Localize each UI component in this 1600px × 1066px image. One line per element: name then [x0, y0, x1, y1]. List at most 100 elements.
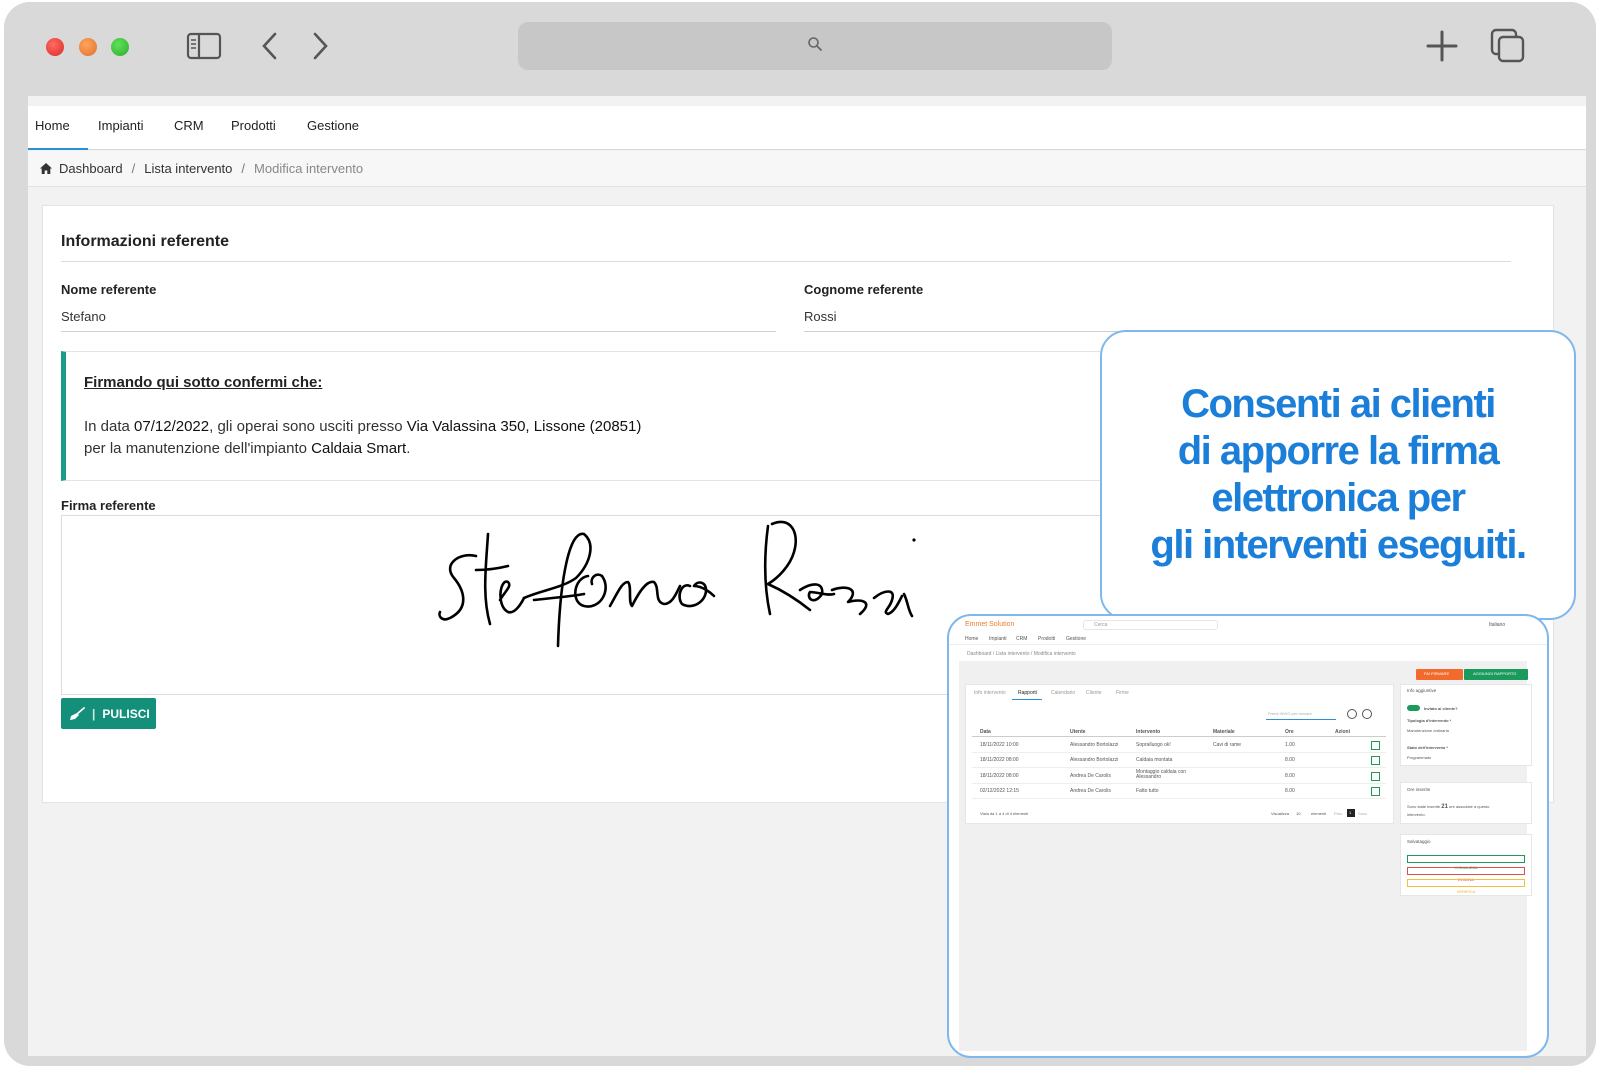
preview-cell: 18/11/2022 10:00: [980, 742, 1019, 748]
preview-per-page: 10: [1296, 811, 1301, 816]
nav-prodotti[interactable]: Prodotti: [231, 118, 276, 133]
edit-icon: [1371, 741, 1380, 750]
new-tab-icon[interactable]: [1422, 28, 1462, 64]
preview-add-report-button: AGGIUNGI RAPPORTO: [1464, 669, 1528, 680]
maximize-window-button[interactable]: [111, 38, 129, 56]
preview-search-underline: [1266, 719, 1336, 720]
edit-icon: [1371, 787, 1380, 796]
preview-tipo-value: Manutenzione ordinaria: [1407, 728, 1449, 733]
preview-cell: Caldaia montata: [1136, 757, 1173, 763]
preview-column-header: Utente: [1070, 729, 1086, 735]
home-icon[interactable]: [40, 163, 52, 174]
forward-chevron-icon[interactable]: [308, 28, 332, 64]
promo-line: elettronica per: [1211, 476, 1466, 520]
preview-sign-button: FAI FIRMARE: [1416, 669, 1463, 680]
signature-label: Firma referente: [61, 498, 156, 513]
notice-text: per la manutenzione dell'impianto: [84, 440, 312, 457]
preview-page-active: 1: [1347, 809, 1355, 817]
preview-cell: 1.00: [1285, 742, 1295, 748]
preview-nav-item: Prodotti: [1038, 636, 1056, 642]
preview-column-header: Intervento: [1136, 729, 1161, 735]
breadcrumb-lista-intervento[interactable]: Lista intervento: [144, 161, 232, 176]
preview-save-panel: Salvataggio VISUALIZZA ELIMINA VERIFICA: [1400, 834, 1532, 896]
preview-stato-value: Programmato: [1407, 755, 1432, 760]
browser-window: Home Impianti CRM Prodotti Gestione Dash…: [4, 2, 1596, 1066]
nav-crm[interactable]: CRM: [174, 118, 204, 133]
preview-search-input: Cerca: [1083, 620, 1218, 630]
preview-nav-item: Impianti: [989, 636, 1007, 642]
close-window-button[interactable]: [46, 38, 64, 56]
preview-breadcrumb: Dashboard / Lista intervento / Modifica …: [967, 651, 1076, 657]
preview-cell: Fatto tutto: [1136, 788, 1159, 794]
preview-reports-panel: Info intervento Rapporti Calendario Clie…: [965, 684, 1394, 824]
preview-hours-value: 21: [1441, 804, 1448, 810]
button-divider: |: [92, 706, 96, 721]
tab-overview-icon[interactable]: [1488, 28, 1528, 64]
preview-column-header: Azioni: [1335, 729, 1350, 735]
preview-tab-underline: [1012, 699, 1042, 700]
preview-search-placeholder: Cerca: [1094, 622, 1108, 628]
preview-cell: Montaggio caldaia con Alessandro: [1136, 769, 1187, 780]
table-row: 18/11/2022 08:00 Andrea De Carolis Monta…: [972, 769, 1386, 784]
preview-brand: Emmet Solution: [965, 621, 1015, 628]
preview-hours-text: ore associate a questo: [1447, 804, 1490, 809]
address-bar[interactable]: [518, 22, 1112, 70]
minimize-window-button[interactable]: [79, 38, 97, 56]
cognome-field[interactable]: Rossi: [804, 309, 837, 324]
preview-cell: Sopralluogo ok!: [1136, 742, 1171, 748]
sidebar-toggle-icon[interactable]: [184, 28, 224, 64]
nav-active-indicator: [28, 148, 88, 150]
card-title: Informazioni referente: [61, 233, 230, 250]
preview-nav-item: Gestione: [1066, 636, 1087, 642]
preview-column-header: Ore: [1285, 729, 1294, 735]
preview-navbar: Home Impianti CRM Prodotti Gestione: [949, 634, 1547, 645]
notice-text: In data: [84, 418, 135, 435]
preview-info-panel: Info aggiuntive Inviato al cliente? Tipo…: [1400, 684, 1532, 766]
preview-table-footer: Vista da 1 a 4 di 4 elementi: [980, 811, 1029, 816]
preview-cell: Alessandro Bortolazzi: [1070, 742, 1119, 748]
clear-signature-button[interactable]: | PULISCI: [61, 698, 156, 729]
preview-toggle: [1407, 705, 1420, 711]
nav-gestione[interactable]: Gestione: [307, 118, 359, 133]
clear-button-label: PULISCI: [102, 706, 150, 721]
notice-text: , gli operai sono usciti presso: [209, 418, 407, 435]
table-row: 18/11/2022 10:00 Alessandro Bortolazzi S…: [972, 739, 1386, 753]
preview-cell: 02/12/2022 12:15: [980, 788, 1019, 794]
preview-visualizza: Visualizza: [1271, 811, 1289, 816]
broom-icon: [69, 706, 85, 721]
preview-next: Succ.: [1358, 811, 1369, 816]
preview-view-button: VISUALIZZA: [1407, 855, 1525, 870]
preview-delete-button: ELIMINA: [1407, 867, 1525, 882]
breadcrumb: Dashboard / Lista intervento / Modifica …: [28, 151, 1586, 187]
back-chevron-icon[interactable]: [258, 28, 282, 64]
preview-language: Italiano: [1489, 622, 1506, 628]
preview-table-header: Data Utente Intervento Materiale Ore Azi…: [972, 728, 1386, 737]
table-row: 02/12/2022 12:15 Andrea De Carolis Fatto…: [972, 785, 1386, 799]
preview-tab: Info intervento: [974, 690, 1006, 696]
nav-impianti[interactable]: Impianti: [98, 118, 144, 133]
preview-cloud-icon: [1347, 709, 1357, 719]
preview-save-button: VERIFICA: [1407, 879, 1525, 894]
preview-hours-panel: Ore inserite Sono state inserite 21 ore …: [1400, 782, 1532, 824]
promo-line: gli interventi eseguiti.: [1150, 523, 1527, 567]
preview-cell: Andrea De Carolis: [1070, 788, 1111, 794]
preview-toggle-label: Inviato al cliente?: [1424, 706, 1458, 711]
preview-tipo-label: Tipologia d'intervento *: [1407, 718, 1452, 723]
preview-cell: Andrea De Carolis: [1070, 773, 1111, 779]
preview-column-header: Materiale: [1213, 729, 1235, 735]
nav-home[interactable]: Home: [35, 118, 70, 133]
notice-text: .: [406, 440, 411, 457]
preview-cell: Cavi di rame: [1213, 742, 1242, 748]
nome-field[interactable]: Stefano: [61, 309, 106, 324]
breadcrumb-dashboard[interactable]: Dashboard: [59, 161, 123, 176]
notice-system: Caldaia Smart: [311, 440, 407, 457]
preview-tab: Rapporti: [1018, 690, 1037, 696]
notice-title: Firmando qui sotto confermi che:: [84, 374, 323, 391]
preview-hours-title: Ore inserite: [1407, 787, 1431, 792]
preview-tab: Firme: [1116, 690, 1129, 696]
top-navbar: Home Impianti CRM Prodotti Gestione: [28, 106, 1586, 150]
cognome-label: Cognome referente: [804, 282, 924, 297]
preview-hours-text: Sono state inserite: [1407, 804, 1442, 809]
preview-prev: Prec.: [1334, 811, 1344, 816]
promo-line: Consenti ai clienti: [1181, 382, 1496, 426]
